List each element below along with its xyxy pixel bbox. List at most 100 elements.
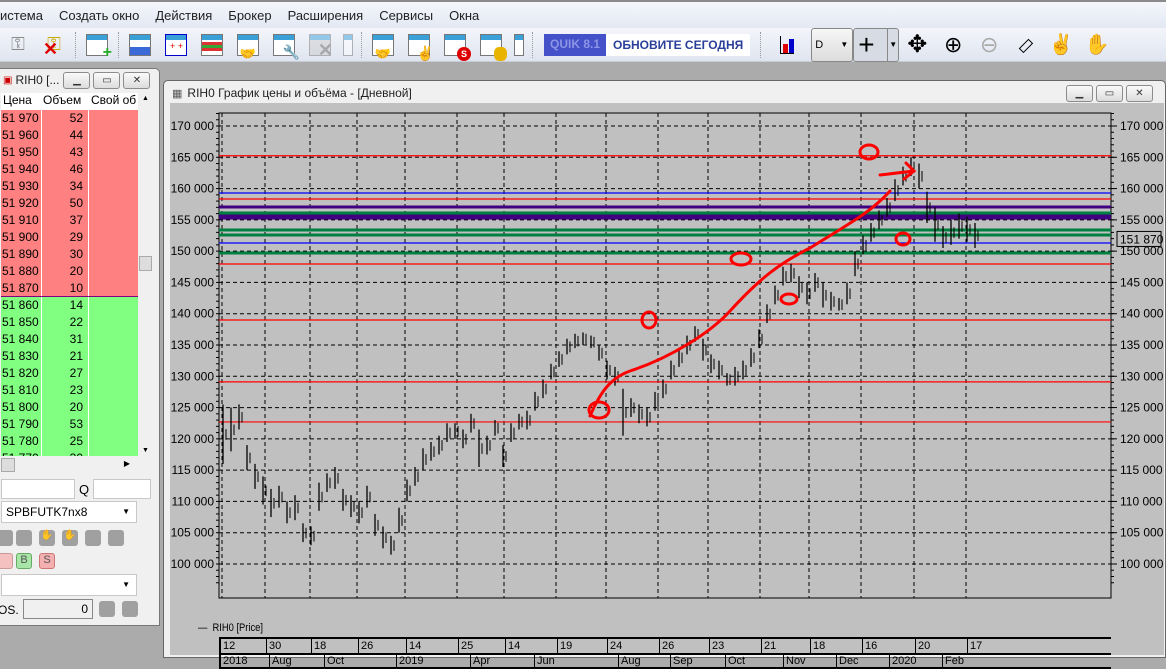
grey-button[interactable] bbox=[85, 530, 101, 546]
ask-row[interactable]: 51 970 52 bbox=[1, 110, 138, 127]
grey-button[interactable] bbox=[99, 601, 115, 617]
scroll-thumb[interactable] bbox=[139, 256, 152, 271]
ask-row[interactable]: 51 910 37 bbox=[1, 212, 138, 229]
minimize-button[interactable]: ▁ bbox=[63, 71, 91, 89]
ask-row[interactable]: 51 880 20 bbox=[1, 263, 138, 280]
ask-row[interactable]: 51 890 30 bbox=[1, 246, 138, 263]
maximize-button[interactable]: ▭ bbox=[1096, 84, 1123, 102]
chart-table-icon[interactable] bbox=[127, 32, 153, 58]
zoom-in-icon[interactable]: ⊕ bbox=[940, 32, 966, 58]
bid-row[interactable]: 51 780 25 bbox=[1, 433, 138, 450]
cancel-buy-icon[interactable]: B bbox=[16, 553, 32, 569]
delete-table-icon[interactable]: ✕ bbox=[307, 32, 333, 60]
ruler-icon[interactable]: ▭ bbox=[1007, 26, 1044, 63]
crosshair-tool[interactable]: + ▼ bbox=[853, 27, 900, 62]
bid-row[interactable]: 51 810 23 bbox=[1, 382, 138, 399]
cancel-all-icon[interactable] bbox=[0, 553, 13, 569]
column-price[interactable]: Цена bbox=[1, 93, 41, 110]
menu-bar: истема Создать окно Действия Брокер Расширен… bbox=[0, 0, 1166, 28]
minimize-button[interactable]: ▁ bbox=[1066, 84, 1093, 102]
close-button[interactable]: ✕ bbox=[1126, 84, 1153, 102]
new-table-icon[interactable]: + bbox=[84, 32, 112, 61]
table-more-icon[interactable] bbox=[514, 32, 524, 58]
grey-button[interactable] bbox=[16, 530, 32, 546]
grey-button[interactable] bbox=[0, 530, 13, 546]
chart-titlebar[interactable]: ▦ RIH0 График цены и объёма - [Дневной] … bbox=[164, 81, 1165, 105]
ask-row[interactable]: 51 950 43 bbox=[1, 144, 138, 161]
orders-table-icon[interactable]: ✌ bbox=[406, 32, 434, 61]
column-volume[interactable]: Объем bbox=[41, 93, 89, 110]
row-own bbox=[89, 246, 138, 263]
scroll-right-icon[interactable]: ▶ bbox=[124, 459, 130, 468]
orderbook-titlebar[interactable]: ▣ RIH0 [... ▁ ▭ ✕ bbox=[0, 69, 159, 91]
zoom-out-icon[interactable]: ⊖ bbox=[976, 32, 1002, 58]
interval-select[interactable]: D ▼ bbox=[811, 27, 854, 62]
deals-table-icon[interactable]: 🤝 bbox=[235, 32, 261, 61]
ask-row[interactable]: 51 940 46 bbox=[1, 161, 138, 178]
menu-item[interactable]: Расширения bbox=[280, 8, 372, 23]
scroll-thumb[interactable] bbox=[1, 458, 15, 472]
quantity-input[interactable] bbox=[93, 479, 151, 499]
bid-row[interactable]: 51 77030 bbox=[1, 450, 138, 456]
close-button[interactable]: ✕ bbox=[123, 71, 151, 89]
sell-hand-icon[interactable]: ✋ bbox=[62, 530, 78, 546]
money-table-icon[interactable] bbox=[478, 32, 507, 61]
y-tick-label-right: 110 000 bbox=[1120, 494, 1163, 508]
account-select[interactable]: SPBFUTK7nx8 ▼ bbox=[1, 501, 137, 523]
scatter-icon[interactable]: + + bbox=[163, 32, 189, 58]
ask-row[interactable]: 51 900 29 bbox=[1, 229, 138, 246]
y-tick-label-left: 160 000 bbox=[171, 182, 215, 196]
bid-row[interactable]: 51 860 14 bbox=[1, 297, 138, 314]
row-volume: 30 bbox=[41, 450, 89, 456]
key-icon[interactable]: ⚿ bbox=[5, 32, 31, 58]
update-banner[interactable]: QUIK 8.1 ОБНОВИТЕ СЕГОДНЯ bbox=[544, 33, 751, 56]
column-own[interactable]: Свой об bbox=[89, 93, 138, 110]
bid-row[interactable]: 51 850 22 bbox=[1, 314, 138, 331]
y-tick-label-right: 115 000 bbox=[1120, 463, 1163, 477]
row-own bbox=[89, 195, 138, 212]
disconnect-key-icon[interactable]: ⚿ ✕ bbox=[41, 32, 67, 59]
scroll-down-icon[interactable]: ▼ bbox=[142, 447, 149, 454]
ask-row[interactable]: 51 930 34 bbox=[1, 178, 138, 195]
move-icon[interactable]: ✥ bbox=[904, 31, 930, 58]
horizontal-scrollbar[interactable]: ▶ bbox=[1, 457, 138, 473]
table-more-icon[interactable] bbox=[343, 32, 353, 58]
ask-row[interactable]: 51 870 10 bbox=[1, 280, 138, 297]
menu-item[interactable]: Создать окно bbox=[51, 8, 147, 23]
maximize-button[interactable]: ▭ bbox=[93, 71, 121, 89]
toolbar-separator bbox=[532, 31, 533, 58]
menu-item[interactable]: Окна bbox=[441, 8, 487, 23]
grey-button[interactable] bbox=[108, 530, 124, 546]
settings-table-icon[interactable]: 🔧 bbox=[271, 32, 300, 60]
buy-hand-icon[interactable]: ✋ bbox=[39, 530, 55, 546]
trade-table-icon[interactable]: 🤝 bbox=[370, 32, 396, 61]
date-tick-label: 12 bbox=[220, 639, 266, 654]
bid-row[interactable]: 51 800 20 bbox=[1, 399, 138, 416]
add-indicator-icon[interactable] bbox=[774, 32, 800, 58]
scroll-up-icon[interactable]: ▲ bbox=[142, 95, 149, 102]
cancel-sell-icon[interactable]: S bbox=[39, 553, 55, 569]
ask-row[interactable]: 51 960 44 bbox=[1, 127, 138, 144]
ask-row[interactable]: 51 920 50 bbox=[1, 195, 138, 212]
vertical-scrollbar[interactable]: ▲ ▼ bbox=[138, 93, 153, 456]
order-type-select[interactable]: ▼ bbox=[1, 574, 137, 596]
menu-item[interactable]: Брокер bbox=[220, 8, 279, 23]
price-input[interactable] bbox=[1, 479, 75, 499]
bid-row[interactable]: 51 790 53 bbox=[1, 416, 138, 433]
orderbook-table-icon[interactable] bbox=[199, 32, 225, 58]
hand-icon[interactable]: ✋ bbox=[1084, 32, 1110, 58]
chevron-down-icon[interactable]: ▼ bbox=[887, 28, 898, 61]
menu-item[interactable]: Действия bbox=[147, 8, 220, 23]
menu-item[interactable]: истема bbox=[0, 8, 51, 23]
month-tick-label: Oct bbox=[324, 654, 396, 669]
pointer-hand-icon[interactable]: ✌ bbox=[1048, 32, 1074, 58]
menu-item[interactable]: Сервисы bbox=[371, 8, 441, 23]
bid-row[interactable]: 51 840 31 bbox=[1, 331, 138, 348]
stop-orders-icon[interactable]: S bbox=[442, 32, 471, 61]
row-own bbox=[89, 382, 138, 399]
update-today-link[interactable]: ОБНОВИТЕ СЕГОДНЯ bbox=[606, 38, 750, 52]
bid-row[interactable]: 51 830 21 bbox=[1, 348, 138, 365]
grey-button[interactable] bbox=[122, 601, 138, 617]
price-chart[interactable]: 100 000 100 000 105 000 105 000 110 000 110 0… bbox=[170, 103, 1164, 655]
bid-row[interactable]: 51 820 27 bbox=[1, 365, 138, 382]
